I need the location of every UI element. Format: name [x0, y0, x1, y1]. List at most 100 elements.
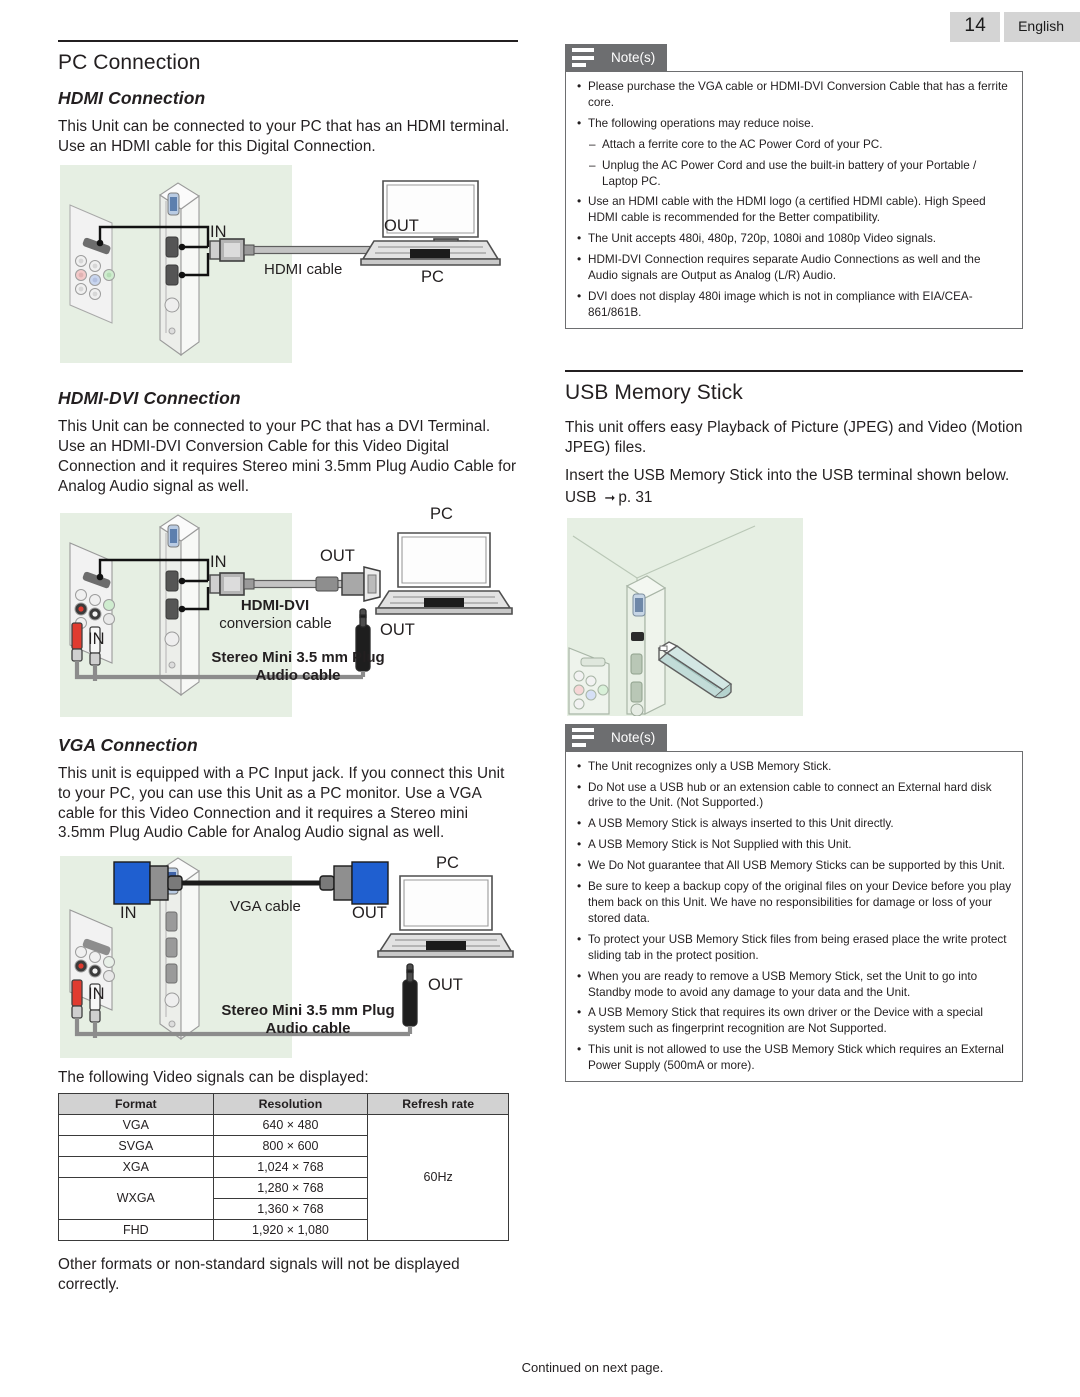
- note-item: A USB Memory Stick is Not Supplied with …: [576, 836, 1012, 853]
- page-number: 14: [950, 12, 1001, 42]
- notes-list: Please purchase the VGA cable or HDMI-DV…: [576, 78, 1012, 321]
- note-item: To protect your USB Memory Stick files f…: [576, 931, 1012, 964]
- notes-tab-row: Note(s): [565, 44, 1023, 71]
- section-rule: [565, 369, 1023, 372]
- header-resolution: Resolution: [212, 1092, 369, 1115]
- usb-paragraph-1: This unit offers easy Playback of Pictur…: [565, 418, 1023, 456]
- notes-tab-row: Note(s): [565, 723, 1023, 751]
- section-rule: [58, 40, 518, 42]
- note-item: Be sure to keep a backup copy of the ori…: [576, 878, 1012, 927]
- cell-format: WXGA: [58, 1176, 214, 1220]
- notes-body: The Unit recognizes only a USB Memory St…: [565, 750, 1023, 1083]
- hdmi-pc-label: PC: [421, 268, 444, 287]
- usb-ref-label: USB: [565, 488, 597, 506]
- header-format: Format: [58, 1092, 214, 1115]
- hdmi-connection-paragraph: This Unit can be connected to your PC th…: [58, 118, 510, 155]
- note-subitem: Attach a ferrite core to the AC Power Co…: [576, 137, 1012, 153]
- note-item: The Unit accepts 480i, 480p, 720p, 1080i…: [576, 230, 1012, 247]
- table-row: VGA 640 × 480 60Hz: [58, 1113, 509, 1241]
- hdmi-dvi-connection-diagram: PC IN OUT HDMI-DVI conversion cable IN O…: [58, 505, 518, 718]
- cell-format: XGA: [58, 1155, 214, 1178]
- note-item: Use an HDMI cable with the HDMI logo (a …: [576, 193, 1012, 226]
- cell-resolution: 1,280 × 768: [212, 1176, 369, 1199]
- note-item: DVI does not display 480i image which is…: [576, 288, 1012, 321]
- hdmi-cable-label: HDMI cable: [264, 261, 343, 279]
- vga-out-label: OUT: [352, 904, 387, 923]
- cell-format: SVGA: [58, 1134, 214, 1157]
- vga-pc-label: PC: [436, 854, 459, 873]
- footer-text: Continued on next page.: [521, 1360, 664, 1375]
- note-item: Please purchase the VGA cable or HDMI-DV…: [576, 78, 1012, 111]
- notes-body: Please purchase the VGA cable or HDMI-DV…: [565, 71, 1023, 329]
- vga-audio-cable-line1: Stereo Mini 3.5 mm Plug: [221, 1002, 395, 1020]
- notes-title: Note(s): [601, 723, 668, 751]
- cell-resolution: 1,920 × 1,080: [212, 1218, 369, 1241]
- right-column: Note(s) Please purchase the VGA cable or…: [565, 44, 1023, 1083]
- notes-icon: [565, 44, 601, 71]
- hdmi-dvi-audio-cable-line2: Audio cable: [255, 667, 341, 685]
- hdmi-dvi-connection-paragraph: This Unit can be connected to your PC th…: [58, 418, 517, 495]
- hdmi-dvi-in-label: IN: [210, 553, 227, 572]
- notes-box-usb: Note(s) The Unit recognizes only a USB M…: [565, 723, 1023, 1083]
- usb-section: USB Memory Stick This unit offers easy P…: [565, 369, 1023, 508]
- usb-page-reference: USB ➞ p. 31: [565, 488, 1023, 508]
- table-footnote: Other formats or non-standard signals wi…: [58, 1255, 460, 1293]
- hdmi-dvi-out-label: OUT: [320, 547, 355, 566]
- cell-resolution: 1,360 × 768: [212, 1197, 369, 1220]
- usb-ref-target: p. 31: [618, 488, 653, 506]
- note-item: A USB Memory Stick is always inserted to…: [576, 815, 1012, 832]
- page-title: PC Connection: [58, 51, 201, 74]
- note-item: HDMI-DVI Connection requires separate Au…: [576, 251, 1012, 284]
- cell-format: VGA: [58, 1113, 214, 1136]
- vga-connection-heading: VGA Connection: [58, 735, 198, 756]
- note-item: The following operations may reduce nois…: [576, 115, 1012, 132]
- page-header: 14 English: [950, 12, 1080, 42]
- vga-connection-diagram: PC IN OUT VGA cable IN OUT Stereo Mini 3…: [58, 852, 518, 1059]
- header-refresh-rate: Refresh rate: [367, 1092, 509, 1115]
- note-item: A USB Memory Stick that requires its own…: [576, 1004, 1012, 1037]
- hdmi-dvi-audio-in-label: IN: [88, 630, 105, 649]
- vga-in-label: IN: [120, 904, 137, 923]
- notes-icon: [565, 723, 601, 751]
- usb-terminal-diagram: [565, 517, 1023, 716]
- hdmi-out-label: OUT: [384, 217, 419, 236]
- notes-title: Note(s): [601, 44, 668, 71]
- notes-box-pc-connection: Note(s) Please purchase the VGA cable or…: [565, 44, 1023, 329]
- cell-resolution: 800 × 600: [212, 1134, 369, 1157]
- language-chip: English: [1004, 12, 1080, 42]
- page-footer: Continued on next page.: [0, 1360, 1080, 1375]
- note-item: We Do Not guarantee that All USB Memory …: [576, 857, 1012, 874]
- hdmi-dvi-connection-heading: HDMI-DVI Connection: [58, 388, 241, 409]
- vga-audio-in-label: IN: [88, 985, 105, 1004]
- notes-list: The Unit recognizes only a USB Memory St…: [576, 758, 1012, 1074]
- table-intro: The following Video signals can be displ…: [58, 1069, 369, 1087]
- hdmi-connection-diagram: IN OUT HDMI cable PC: [58, 165, 518, 364]
- note-item: Do Not use a USB hub or an extension cab…: [576, 779, 1012, 812]
- hdmi-dvi-cable-label-line1: HDMI-DVI: [240, 597, 310, 615]
- vga-cable-label: VGA cable: [230, 898, 301, 916]
- hdmi-dvi-pc-label: PC: [430, 505, 453, 524]
- arrow-right-icon: ➞: [604, 489, 616, 505]
- left-column: PC Connection HDMI Connection This Unit …: [58, 40, 518, 1303]
- usb-paragraph-2: Insert the USB Memory Stick into the USB…: [565, 467, 1010, 485]
- cell-format: FHD: [58, 1218, 214, 1241]
- table-header-row: Format Resolution Refresh rate: [58, 1092, 509, 1115]
- cell-refresh-rate: 60Hz: [367, 1113, 509, 1241]
- note-item: This unit is not allowed to use the USB …: [576, 1041, 1012, 1074]
- vga-connection-paragraph: This unit is equipped with a PC Input ja…: [58, 765, 505, 842]
- hdmi-dvi-cable-label-line2: conversion cable: [219, 615, 332, 633]
- video-signals-table: Format Resolution Refresh rate VGA 640 ×…: [58, 1092, 509, 1241]
- vga-audio-out-label: OUT: [428, 976, 463, 995]
- note-item: The Unit recognizes only a USB Memory St…: [576, 758, 1012, 775]
- note-subitem: Unplug the AC Power Cord and use the bui…: [576, 158, 1012, 190]
- hdmi-in-label: IN: [210, 223, 227, 242]
- note-item: When you are ready to remove a USB Memor…: [576, 968, 1012, 1001]
- usb-section-title: USB Memory Stick: [565, 380, 743, 404]
- usb-diagram-graphic: [568, 525, 756, 716]
- cell-resolution: 1,024 × 768: [212, 1155, 369, 1178]
- hdmi-connection-heading: HDMI Connection: [58, 88, 206, 108]
- vga-audio-cable-line2: Audio cable: [265, 1020, 351, 1038]
- cell-resolution: 640 × 480: [212, 1113, 369, 1136]
- hdmi-dvi-audio-out-label: OUT: [380, 621, 415, 640]
- hdmi-dvi-audio-cable-line1: Stereo Mini 3.5 mm Plug: [211, 649, 385, 667]
